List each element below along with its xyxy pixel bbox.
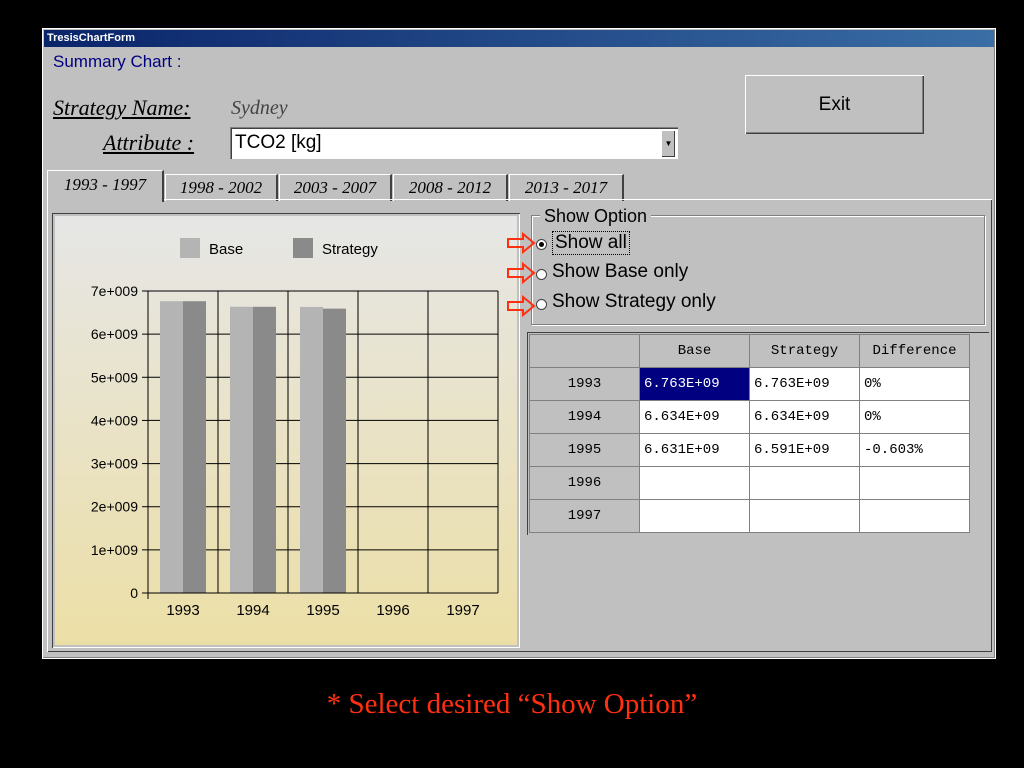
tab-1998-2002[interactable]: 1998 - 2002 (165, 174, 278, 201)
x-tick-label: 1997 (446, 602, 479, 619)
show-option-group: Show Option Show all Show Base only Show… (531, 206, 985, 325)
chart-area: 0 1e+009 2e+009 3e+009 4e+009 5e+009 6e+009 7e+… (52, 213, 520, 648)
attribute-dropdown[interactable]: TCO2 [kg] ▼ (230, 127, 678, 159)
arrow-right-icon (507, 262, 536, 284)
legend-swatch (293, 238, 313, 258)
cell-strategy[interactable]: 6.763E+09 (749, 367, 860, 401)
x-tick-label: 1993 (166, 602, 199, 619)
tab-2008-2012[interactable]: 2008 - 2012 (393, 174, 508, 201)
cell-base[interactable]: 6.631E+09 (639, 433, 750, 467)
tab-2013-2017[interactable]: 2013 - 2017 (509, 174, 624, 201)
cell-base[interactable]: 6.634E+09 (639, 400, 750, 434)
window-title: TresisChartForm (47, 32, 136, 44)
instruction-caption: * Select desired “Show Option” (326, 688, 698, 720)
table-header-difference: Difference (859, 334, 970, 368)
chevron-down-icon[interactable]: ▼ (661, 130, 676, 158)
chart-form-window: TresisChartForm Summary Chart : Strategy… (42, 28, 996, 659)
x-tick-label: 1995 (306, 602, 339, 619)
x-tick-label: 1996 (376, 602, 409, 619)
strategy-name-label: Strategy Name: (53, 95, 191, 120)
legend-swatch (180, 238, 200, 258)
cell-strategy[interactable] (749, 499, 860, 533)
bar-base (160, 301, 183, 593)
y-tick-label: 1e+009 (91, 542, 138, 558)
strategy-name-value: Sydney (231, 97, 288, 119)
row-year: 1994 (529, 400, 640, 434)
table-row: 1996 (529, 466, 970, 500)
cell-base[interactable] (639, 499, 750, 533)
x-tick-label: 1994 (236, 602, 269, 619)
arrow-right-icon (507, 295, 536, 317)
radio-button[interactable] (536, 269, 547, 280)
attribute-label: Attribute : (103, 130, 195, 155)
y-tick-label: 5e+009 (91, 369, 138, 385)
radio-label: Show Base only (552, 261, 689, 282)
title-bar[interactable]: TresisChartForm (44, 30, 994, 47)
data-table: Base Strategy Difference 1993 6.763E+09 … (529, 334, 970, 533)
row-year: 1995 (529, 433, 640, 467)
cell-difference[interactable]: 0% (859, 367, 970, 401)
radio-label: Show Strategy only (552, 291, 716, 312)
y-tick-label: 7e+009 (91, 283, 138, 299)
attribute-value: TCO2 [kg] (235, 132, 322, 153)
row-year: 1996 (529, 466, 640, 500)
table-row: 1994 6.634E+09 6.634E+09 0% (529, 400, 970, 434)
chart-background (55, 216, 517, 645)
cell-difference[interactable]: -0.603% (859, 433, 970, 467)
bar-base (230, 306, 253, 593)
bar-base (300, 306, 323, 593)
radio-button[interactable] (536, 239, 547, 250)
cell-base[interactable] (639, 466, 750, 500)
table-row: 1997 (529, 499, 970, 533)
radio-label: Show all (552, 231, 630, 255)
summary-label: Summary Chart : (53, 52, 182, 71)
table-header-corner (529, 334, 640, 368)
y-tick-label: 2e+009 (91, 499, 138, 515)
y-tick-label: 0 (130, 585, 138, 601)
radio-button[interactable] (536, 299, 547, 310)
data-grid: Base Strategy Difference 1993 6.763E+09 … (527, 332, 989, 535)
cell-strategy[interactable] (749, 466, 860, 500)
cell-strategy[interactable]: 6.591E+09 (749, 433, 860, 467)
bar-chart: 0 1e+009 2e+009 3e+009 4e+009 5e+009 6e+009 7e+… (55, 216, 517, 645)
y-tick-label: 3e+009 (91, 456, 138, 472)
table-row: 1995 6.631E+09 6.591E+09 -0.603% (529, 433, 970, 467)
row-year: 1997 (529, 499, 640, 533)
table-row: 1993 6.763E+09 6.763E+09 0% (529, 367, 970, 401)
tab-2003-2007[interactable]: 2003 - 2007 (279, 174, 392, 201)
legend-label: Base (209, 241, 243, 258)
bar-strategy (183, 301, 206, 593)
table-header-row: Base Strategy Difference (529, 334, 970, 368)
cell-strategy[interactable]: 6.634E+09 (749, 400, 860, 434)
table-header-base: Base (639, 334, 750, 368)
table-header-strategy: Strategy (749, 334, 860, 368)
y-tick-label: 4e+009 (91, 412, 138, 428)
bar-strategy (323, 308, 346, 593)
cell-difference[interactable] (859, 466, 970, 500)
y-tick-label: 6e+009 (91, 326, 138, 342)
legend-label: Strategy (322, 241, 378, 258)
tab-1993-1997[interactable]: 1993 - 1997 (47, 170, 164, 202)
cell-base[interactable]: 6.763E+09 (639, 367, 750, 401)
row-year: 1993 (529, 367, 640, 401)
show-option-title: Show Option (540, 206, 652, 227)
cell-difference[interactable]: 0% (859, 400, 970, 434)
cell-difference[interactable] (859, 499, 970, 533)
exit-button[interactable]: Exit (745, 75, 924, 134)
arrow-right-icon (507, 232, 536, 254)
bar-strategy (253, 306, 276, 593)
